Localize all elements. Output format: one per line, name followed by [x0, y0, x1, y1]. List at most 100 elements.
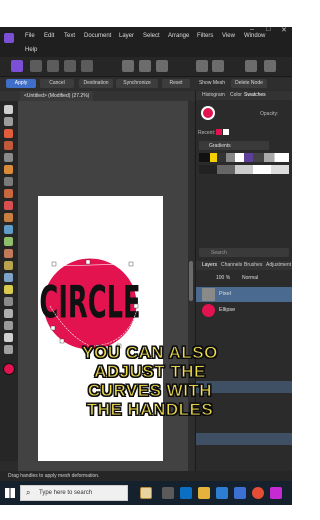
- menu-layer[interactable]: Layer: [119, 33, 134, 39]
- text-tool-icon[interactable]: [4, 333, 13, 342]
- delete-node-button[interactable]: Delete Node: [231, 79, 267, 88]
- menu-bar: File Edit Text Document Layer Select Arr…: [0, 27, 292, 57]
- layers-panel-tabs: Layers Channels Brushes Adjustment: [196, 261, 292, 270]
- palette-dropdown-label: Gradients: [209, 143, 231, 149]
- apply-button[interactable]: Apply: [6, 79, 36, 88]
- tab-adjustment[interactable]: Adjustment: [266, 262, 291, 268]
- search-input[interactable]: Search: [199, 248, 289, 257]
- mesh-handle[interactable]: [51, 261, 57, 267]
- opacity-label: Opacity:: [260, 111, 279, 117]
- menu-window[interactable]: Window: [244, 33, 265, 39]
- export-persona-icon[interactable]: [81, 60, 93, 72]
- destination-dropdown[interactable]: Destination: [79, 79, 113, 88]
- gradient-swatches-row[interactable]: [199, 165, 289, 174]
- selection-brush-tool-icon[interactable]: [4, 165, 13, 174]
- task-view-icon[interactable]: [162, 487, 174, 499]
- flood-fill-tool-icon[interactable]: [4, 201, 13, 210]
- tab-swatches[interactable]: Swatches: [244, 92, 266, 98]
- menu-filters[interactable]: Filters: [197, 33, 213, 39]
- store-icon[interactable]: [216, 487, 228, 499]
- edge-icon[interactable]: [180, 487, 192, 499]
- menu-document[interactable]: Document: [84, 33, 111, 39]
- mesh-handle[interactable]: [85, 259, 91, 265]
- blur-tool-icon[interactable]: [4, 273, 13, 282]
- erase-tool-icon[interactable]: [4, 249, 13, 258]
- clone-tool-icon[interactable]: [4, 237, 13, 246]
- tab-brushes[interactable]: Brushes: [244, 262, 262, 268]
- document-tab[interactable]: <Untitled> (Modified) (27.2%): [20, 91, 94, 101]
- palette-dropdown[interactable]: Gradients: [199, 141, 269, 150]
- freehand-selection-tool-icon[interactable]: [4, 189, 13, 198]
- layer-opacity-value[interactable]: 100 %: [216, 275, 230, 281]
- mesh-warp-tool-icon[interactable]: [4, 297, 13, 306]
- tab-color[interactable]: Color: [230, 92, 242, 98]
- recent-swatch[interactable]: [216, 129, 222, 135]
- tab-layers[interactable]: Layers: [202, 262, 217, 268]
- shape-tool-icon[interactable]: [4, 321, 13, 330]
- layer-row-pixel[interactable]: Pixel: [196, 287, 292, 302]
- menu-help[interactable]: Help: [25, 47, 37, 53]
- pen-tool-icon[interactable]: [4, 309, 13, 318]
- develop-persona-icon[interactable]: [47, 60, 59, 72]
- cancel-button[interactable]: Cancel: [40, 79, 74, 88]
- menu-arrange[interactable]: Arrange: [168, 33, 189, 39]
- retouch-tool-icon[interactable]: [4, 285, 13, 294]
- crop-tool-icon[interactable]: [4, 153, 13, 162]
- assistant-icon[interactable]: [264, 60, 276, 72]
- smudge-tool-icon[interactable]: [4, 261, 13, 270]
- mesh-handle[interactable]: [128, 261, 134, 267]
- blend-mode-dropdown[interactable]: Normal: [242, 275, 258, 281]
- mail-icon[interactable]: [234, 487, 246, 499]
- tone-map-persona-icon[interactable]: [64, 60, 76, 72]
- synchronize-button[interactable]: Synchronize: [116, 79, 158, 88]
- scrollbar-thumb[interactable]: [189, 261, 193, 301]
- menu-view[interactable]: View: [222, 33, 235, 39]
- gradient-tool-icon[interactable]: [4, 213, 13, 222]
- arrange-icon[interactable]: [212, 60, 224, 72]
- studio-icon[interactable]: [245, 60, 257, 72]
- recent-swatch[interactable]: [223, 129, 229, 135]
- marquee-tool-icon[interactable]: [4, 177, 13, 186]
- liquify-persona-icon[interactable]: [30, 60, 42, 72]
- context-toolbar: Apply Cancel Destination Synchronize Res…: [0, 78, 292, 90]
- transform-icon[interactable]: [156, 60, 168, 72]
- mesh-warped-ellipse[interactable]: CIRCLE: [38, 196, 163, 461]
- windows-start-icon[interactable]: [5, 488, 15, 498]
- selection-icon[interactable]: [139, 60, 151, 72]
- tab-channels[interactable]: Channels: [221, 262, 242, 268]
- taskbar-search-input[interactable]: ⌕ Type here to search: [20, 485, 128, 501]
- color-picker-tool-icon[interactable]: [4, 129, 13, 138]
- layer-row-ellipse[interactable]: Ellipse: [196, 303, 292, 318]
- mesh-handle[interactable]: [133, 303, 139, 309]
- maximize-icon[interactable]: □: [266, 27, 270, 33]
- move-tool-icon[interactable]: [4, 105, 13, 114]
- fill-color-swatch[interactable]: [201, 106, 215, 120]
- primary-color-swatch[interactable]: [3, 363, 15, 375]
- show-mesh-checkbox[interactable]: Show Mesh: [195, 79, 229, 88]
- reset-button[interactable]: Reset: [162, 79, 190, 88]
- menu-select[interactable]: Select: [143, 33, 160, 39]
- mesh-handle[interactable]: [50, 325, 56, 331]
- snapping-icon[interactable]: [196, 60, 208, 72]
- affinity-photo-taskbar-icon[interactable]: [140, 487, 152, 499]
- paint-brush-tool-icon[interactable]: [4, 141, 13, 150]
- search-placeholder: Search: [211, 250, 227, 256]
- menu-text[interactable]: Text: [64, 33, 75, 39]
- crop-icon[interactable]: [122, 60, 134, 72]
- chrome-icon[interactable]: [252, 487, 264, 499]
- close-icon[interactable]: ✕: [281, 27, 287, 34]
- gradient-swatches-row[interactable]: [199, 153, 289, 162]
- layer-thumbnail: [202, 304, 215, 317]
- view-tool-icon[interactable]: [4, 117, 13, 126]
- zoom-tool-icon[interactable]: [4, 345, 13, 354]
- menu-file[interactable]: File: [25, 33, 35, 39]
- recent-label: Recent:: [198, 130, 216, 136]
- minimize-icon[interactable]: –: [250, 27, 254, 33]
- dodge-tool-icon[interactable]: [4, 225, 13, 234]
- photo-persona-icon[interactable]: [11, 60, 23, 72]
- mesh-handle[interactable]: [59, 338, 65, 344]
- app-icon[interactable]: [270, 487, 282, 499]
- file-explorer-icon[interactable]: [198, 487, 210, 499]
- menu-edit[interactable]: Edit: [44, 33, 54, 39]
- tab-histogram[interactable]: Histogram: [202, 92, 225, 98]
